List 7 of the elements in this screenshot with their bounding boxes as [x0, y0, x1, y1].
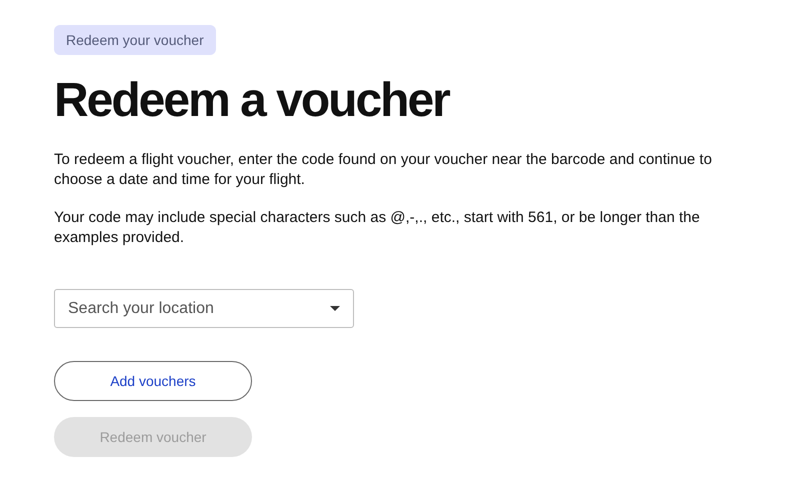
location-dropdown[interactable]: Search your location — [54, 289, 354, 328]
page-badge: Redeem your voucher — [54, 25, 216, 55]
caret-icon — [330, 306, 340, 311]
add-button[interactable]: Add vouchers — [54, 361, 252, 401]
instruction-text: To redeem a flight voucher, enter the code found on your voucher near the barcode and continue to choose a date and time for your flight. — [54, 150, 713, 190]
page-heading: Redeem a voucher — [54, 73, 450, 129]
instruction-text: Your code may include special characters such as @,-,., etc., start with 561, or be longer than the examples provided. — [54, 208, 701, 248]
